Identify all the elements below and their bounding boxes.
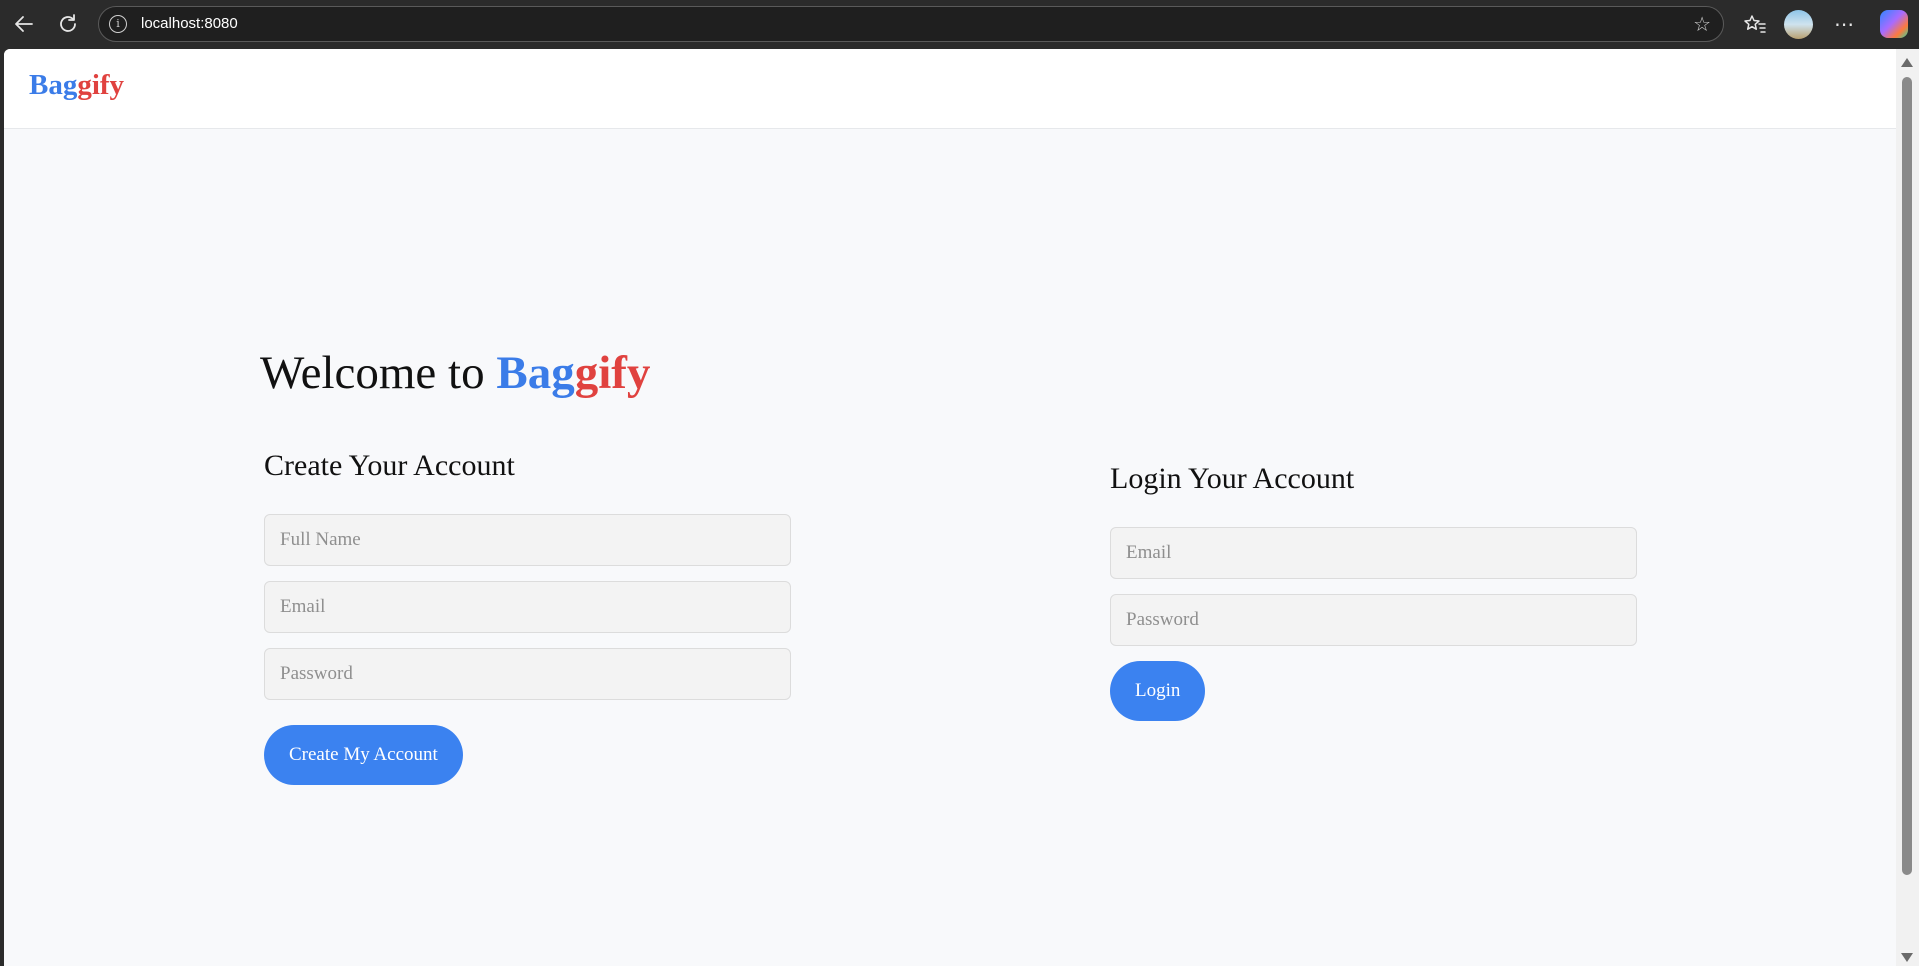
login-button[interactable]: Login — [1110, 661, 1206, 721]
site-info-icon[interactable]: i — [109, 15, 127, 33]
signup-full-name-input[interactable] — [264, 514, 791, 566]
profile-avatar[interactable] — [1784, 10, 1813, 39]
login-title: Login Your Account — [1110, 462, 1355, 495]
page-scrollbar[interactable] — [1896, 49, 1919, 966]
signup-email-input[interactable] — [264, 581, 791, 633]
signup-password-input[interactable] — [264, 648, 791, 700]
login-password-input[interactable] — [1110, 594, 1637, 646]
browser-toolbar: i localhost:8080 ☆ ⋯ — [0, 0, 1919, 49]
welcome-brand-part1: Bag — [496, 347, 575, 399]
welcome-heading: Welcome to Baggify — [260, 347, 651, 400]
scroll-thumb[interactable] — [1902, 77, 1912, 875]
login-email-input[interactable] — [1110, 527, 1637, 579]
copilot-icon[interactable] — [1880, 10, 1908, 38]
page-viewport: Baggify — [4, 49, 1896, 966]
scroll-up-arrow-icon[interactable] — [1901, 58, 1913, 67]
welcome-brand-part2: gify — [574, 347, 651, 399]
brand-logo-part2: gify — [77, 69, 125, 101]
url-text[interactable]: localhost:8080 — [141, 15, 238, 32]
address-bar[interactable]: i localhost:8080 ☆ — [98, 6, 1724, 42]
brand-logo[interactable]: Baggify — [29, 71, 124, 100]
favorites-list-icon[interactable] — [1739, 8, 1771, 40]
welcome-prefix: Welcome to — [260, 347, 497, 399]
more-icon[interactable]: ⋯ — [1828, 8, 1860, 40]
star-icon[interactable]: ☆ — [1693, 12, 1711, 36]
refresh-icon[interactable] — [52, 8, 84, 40]
brand-logo-part1: Bag — [29, 69, 78, 101]
scroll-down-arrow-icon[interactable] — [1901, 953, 1913, 962]
signup-title: Create Your Account — [264, 449, 515, 482]
create-account-button[interactable]: Create My Account — [264, 725, 463, 785]
navbar: Baggify — [4, 49, 1896, 129]
back-arrow-icon[interactable] — [8, 8, 40, 40]
